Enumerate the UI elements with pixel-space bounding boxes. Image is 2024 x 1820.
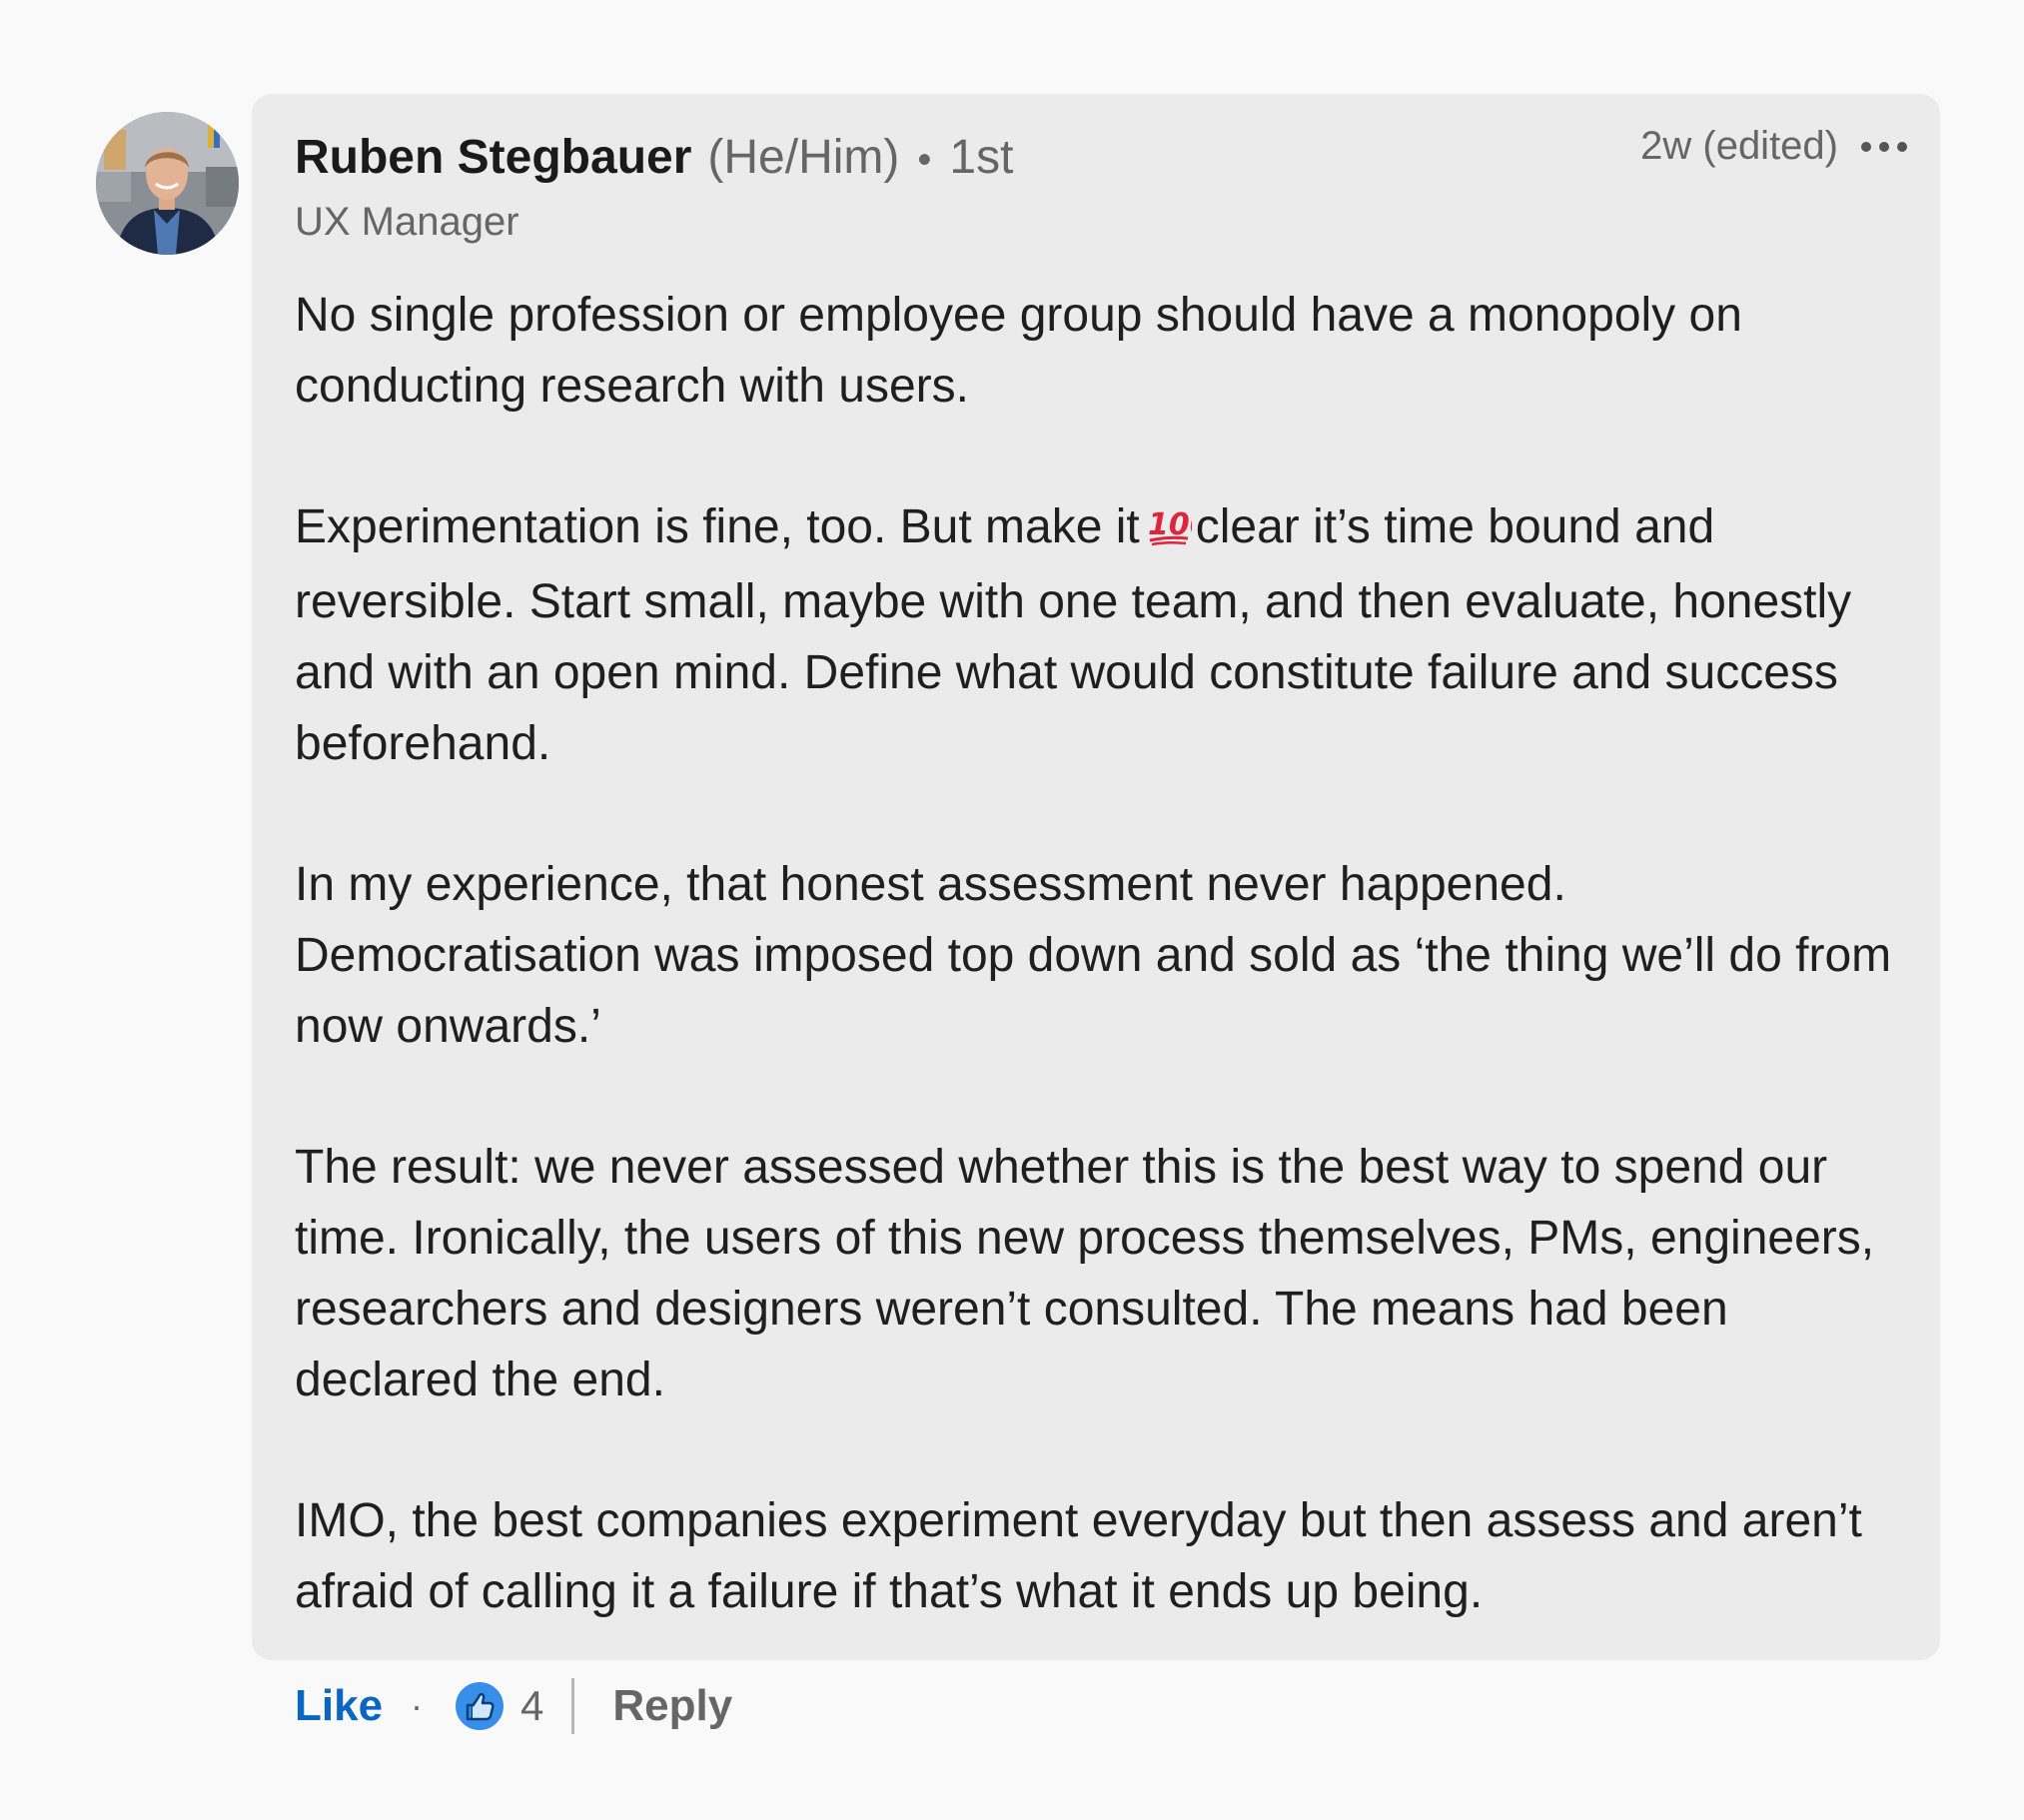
like-button[interactable]: Like	[295, 1681, 383, 1731]
comment-paragraph: No single profession or employee group s…	[295, 289, 1742, 413]
comment-paragraph: The result: we never assessed whether th…	[295, 1141, 1875, 1406]
bullet-separator: •	[917, 138, 932, 182]
comment-paragraph: In my experience, that honest assessment…	[295, 858, 1892, 1053]
more-options-button[interactable]	[1858, 127, 1910, 167]
author-line: Ruben Stegbauer (He/Him) • 1st	[295, 130, 1013, 190]
author-headline: UX Manager	[295, 200, 519, 244]
ellipsis-icon	[1861, 141, 1907, 152]
comment-thread: Ruben Stegbauer (He/Him) • 1st UX Manage…	[0, 0, 2024, 1820]
connection-degree: 1st	[949, 131, 1014, 184]
reply-button[interactable]: Reply	[612, 1681, 732, 1731]
comment-body: No single profession or employee group s…	[295, 280, 1913, 1627]
hundred-points-emoji-icon: 100	[1146, 495, 1210, 566]
paragraph-text: Experimentation is fine, too. But make i…	[295, 500, 1140, 553]
thumbs-up-icon[interactable]	[453, 1679, 506, 1733]
comment-actions: Like · 4 Reply	[295, 1674, 732, 1738]
profile-photo	[96, 112, 239, 255]
reaction-count[interactable]: 4	[520, 1682, 543, 1730]
author-name[interactable]: Ruben Stegbauer	[295, 130, 691, 185]
dot-separator: ·	[411, 1685, 424, 1726]
comment-timestamp: 2w (edited)	[1640, 124, 1838, 168]
comment-paragraph: IMO, the best companies experiment every…	[295, 1494, 1862, 1618]
comment-bubble: Ruben Stegbauer (He/Him) • 1st UX Manage…	[252, 94, 1940, 1660]
comment-meta: 2w (edited)	[1640, 124, 1910, 169]
author-pronouns: (He/Him)	[707, 131, 900, 184]
avatar[interactable]	[96, 112, 239, 255]
comment-paragraph: Experimentation is fine, too. But make i…	[295, 491, 1913, 779]
action-divider	[571, 1678, 575, 1734]
